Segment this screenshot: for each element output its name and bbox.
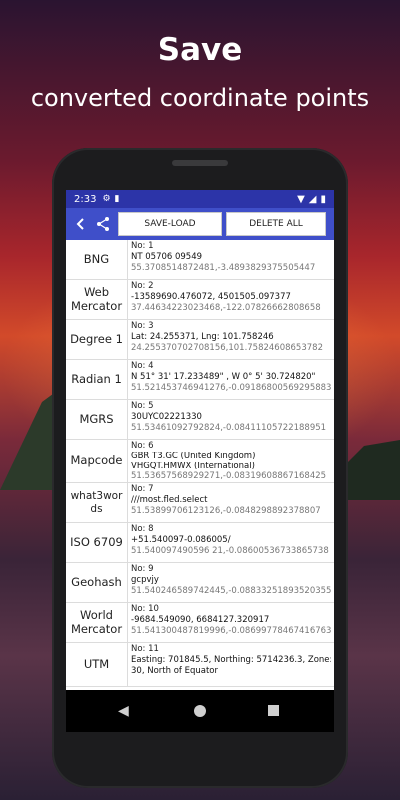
sd-card-icon: ▮ [114,194,120,204]
lat-lng: 51.521453746941276,-0.09186800569295883 [131,383,331,393]
format-label: Radian 1 [66,360,128,399]
phone-speaker [172,160,228,166]
lat-lng: 55.3708514872481,-3.4893829375505447 [131,263,316,273]
point-number: No: 8 [131,524,154,534]
list-item[interactable]: Web Mercator No: 2 -13589690.476072, 450… [66,280,334,320]
lat-lng: 51.53899706123126,-0.0848298892378807 [131,506,321,516]
converted-value: -13589690.476072, 4501505.097377 [131,292,291,302]
point-number: No: 11 [131,644,159,654]
settings-icon: ⚙ [102,194,111,204]
app-screen: 2:33 ⚙ ▮ ▼ ◢ ▮ SAVE-LOAD DELETE ALL BNG … [66,190,334,690]
converted-value: 30UYC02221330 [131,412,202,422]
point-info: No: 8 +51.540097-0.086005/ 51.5400974905… [128,523,334,562]
status-bar: 2:33 ⚙ ▮ ▼ ◢ ▮ [66,190,334,208]
point-info: No: 5 30UYC02221330 51.53461092792824,-0… [128,400,334,439]
format-label: MGRS [66,400,128,439]
point-number: No: 3 [131,321,154,331]
converted-value: N 51° 31' 17.233489" , W 0° 5' 30.724820… [131,372,316,382]
converted-value: gcpvjy [131,575,159,585]
point-info: No: 10 -9684.549090, 6684127.320917 51.5… [128,603,334,642]
lat-lng: 51.53657568929271,-0.08319608867168425 [131,471,327,481]
point-number: No: 9 [131,564,154,574]
list-item[interactable]: Geohash No: 9 gcpvjy 51.540246589742445,… [66,563,334,603]
promo-subtitle: converted coordinate points [30,84,370,112]
converted-value: GBR T3.GC (United Kingdom) [131,452,256,461]
list-item[interactable]: Degree 1 No: 3 Lat: 24.255371, Lng: 101.… [66,320,334,360]
point-number: No: 1 [131,241,154,251]
point-number: No: 4 [131,361,154,371]
converted-value: NT 05706 09549 [131,252,203,262]
format-label: Web Mercator [66,280,128,319]
point-info: No: 2 -13589690.476072, 4501505.097377 3… [128,280,334,319]
nav-recents-icon[interactable] [268,705,279,716]
list-item[interactable]: Mapcode No: 6 GBR T3.GC (United Kingdom)… [66,440,334,483]
list-item[interactable]: what3words No: 7 ///most.fled.select 51.… [66,483,334,523]
format-label: BNG [66,240,128,279]
lat-lng: 51.540097490596 21,-0.08600536733865738 [131,546,329,556]
nav-back-icon[interactable]: ◀ [118,703,129,719]
converted-value: Lat: 24.255371, Lng: 101.758246 [131,332,274,342]
point-number: No: 5 [131,401,154,411]
back-arrow-icon[interactable] [70,211,92,237]
nav-home-icon[interactable] [194,705,206,717]
converted-value: +51.540097-0.086005/ [131,535,231,545]
lat-lng: 51.541300487819996,-0.08699778467416763 [131,626,331,636]
point-info: No: 6 GBR T3.GC (United Kingdom) VHGQT.H… [128,440,334,482]
point-info: No: 11 Easting: 701845.5, Northing: 5714… [128,643,334,686]
format-label: Mapcode [66,440,128,482]
list-item[interactable]: Radian 1 No: 4 N 51° 31' 17.233489" , W … [66,360,334,400]
point-info: No: 4 N 51° 31' 17.233489" , W 0° 5' 30.… [128,360,334,399]
format-label: Degree 1 [66,320,128,359]
list-item[interactable]: UTM No: 11 Easting: 701845.5, Northing: … [66,643,334,687]
format-label: Geohash [66,563,128,602]
point-number: No: 2 [131,281,154,291]
list-item[interactable]: MGRS No: 5 30UYC02221330 51.534610927928… [66,400,334,440]
status-right: ▼ ◢ ▮ [297,194,326,205]
point-info: No: 1 NT 05706 09549 55.3708514872481,-3… [128,240,334,279]
list-item[interactable]: World Mercator No: 10 -9684.549090, 6684… [66,603,334,643]
app-bar: SAVE-LOAD DELETE ALL [66,208,334,240]
system-nav-bar: ◀ [66,690,334,732]
converted-value: Easting: 701845.5, Northing: 5714236.3, … [131,655,331,665]
format-label: UTM [66,643,128,686]
save-load-button[interactable]: SAVE-LOAD [118,212,222,236]
point-info: No: 9 gcpvjy 51.540246589742445,-0.08833… [128,563,334,602]
format-label: World Mercator [66,603,128,642]
battery-icon: ▮ [320,193,326,205]
list-item[interactable]: BNG No: 1 NT 05706 09549 55.370851487248… [66,240,334,280]
converted-value: ///most.fled.select [131,495,208,505]
point-number: No: 6 [131,441,154,451]
delete-all-button[interactable]: DELETE ALL [226,212,326,236]
format-label: ISO 6709 [66,523,128,562]
converted-value-2: 30, North of Equator [131,666,218,676]
saved-points-list: BNG No: 1 NT 05706 09549 55.370851487248… [66,240,334,687]
lat-lng: 24.255370702708156,101.75824608653782 [131,343,323,353]
phone-frame: 2:33 ⚙ ▮ ▼ ◢ ▮ SAVE-LOAD DELETE ALL BNG … [52,148,348,788]
converted-value-2: VHGQT.HMWX (International) [131,461,255,471]
share-icon[interactable] [92,211,114,237]
signal-icon: ◢ [308,193,317,205]
status-time: 2:33 [74,193,97,205]
point-info: No: 7 ///most.fled.select 51.53899706123… [128,483,334,522]
lat-lng: 51.540246589742445,-0.08833251893520355 [131,586,331,596]
list-item[interactable]: ISO 6709 No: 8 +51.540097-0.086005/ 51.5… [66,523,334,563]
converted-value: -9684.549090, 6684127.320917 [131,615,270,625]
wifi-icon: ▼ [297,193,305,205]
point-number: No: 7 [131,484,154,494]
lat-lng: 51.53461092792824,-0.08411105722188951 [131,423,327,433]
point-info: No: 3 Lat: 24.255371, Lng: 101.758246 24… [128,320,334,359]
format-label: what3words [66,483,128,522]
lat-lng: 37.44634223023468,-122.07826662808658 [131,303,321,313]
point-number: No: 10 [131,604,159,614]
promo-title: Save [157,32,243,68]
